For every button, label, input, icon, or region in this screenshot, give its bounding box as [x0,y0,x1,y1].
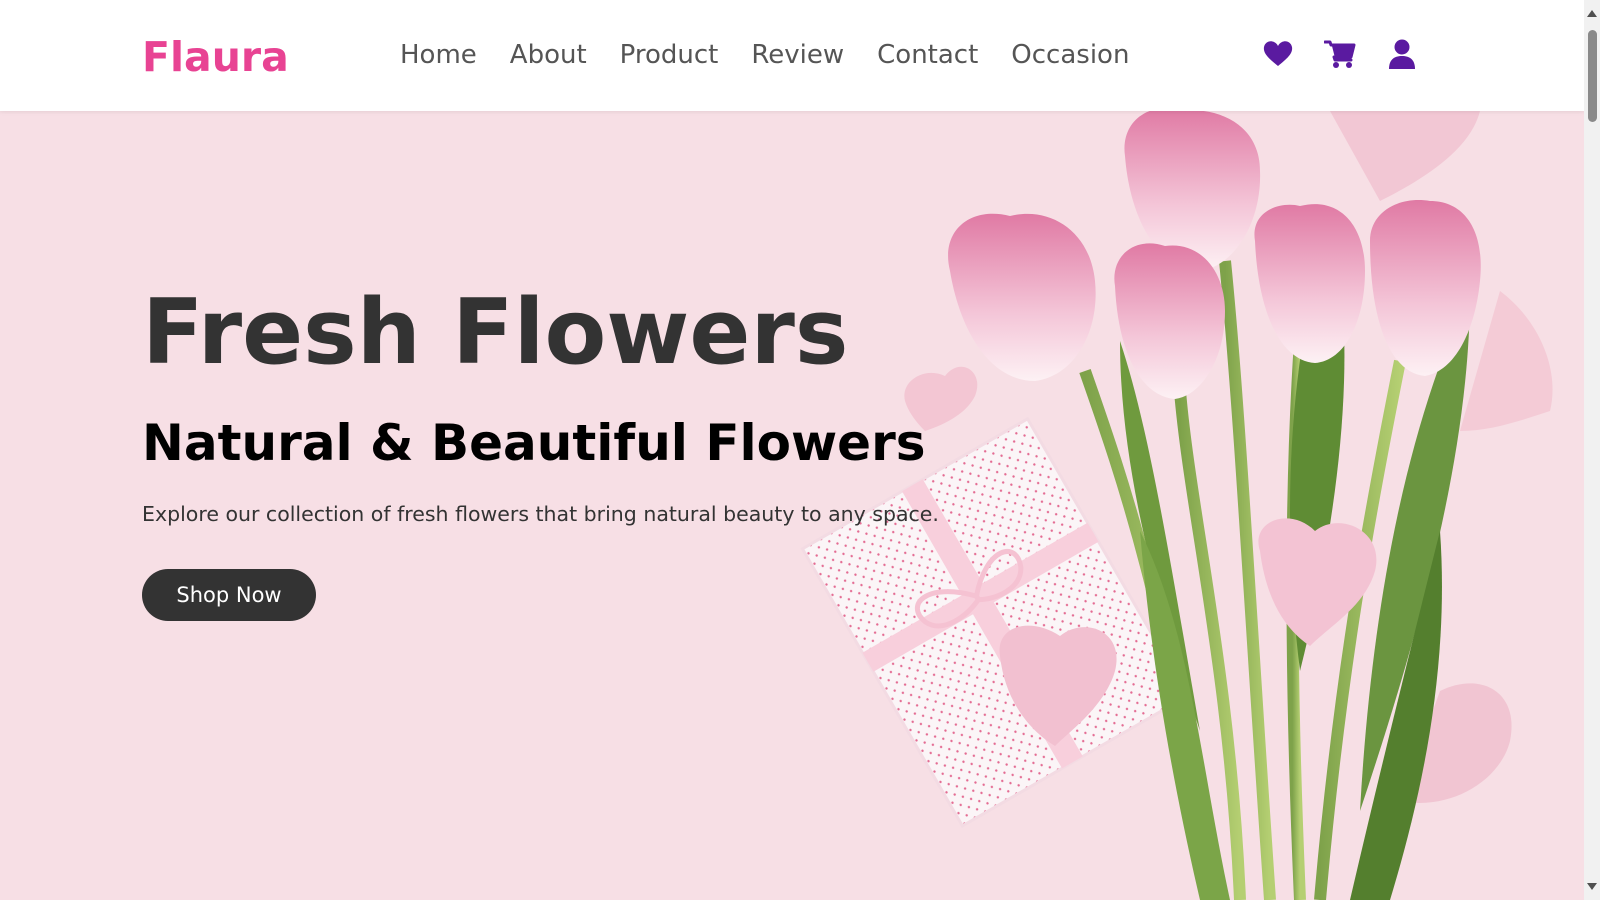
scroll-thumb[interactable] [1588,30,1597,122]
hero-title: Fresh Flowers [142,280,849,385]
logo[interactable]: Flaura [142,32,289,82]
cart-icon[interactable] [1324,38,1356,70]
header-icons [1262,38,1418,70]
hero-description: Explore our collection of fresh flowers … [142,502,939,526]
page-scrollbar[interactable] [1584,0,1600,900]
nav-home[interactable]: Home [400,38,477,72]
nav-occasion[interactable]: Occasion [1011,38,1129,72]
nav-product[interactable]: Product [620,38,719,72]
shop-now-button[interactable]: Shop Now [142,569,316,621]
user-icon[interactable] [1386,38,1418,70]
nav-about[interactable]: About [510,38,587,72]
main-nav: Home About Product Review Contact Occasi… [400,38,1162,72]
page: Flaura Home About Product Review Contact… [0,0,1584,900]
hero-section: Fresh Flowers Natural & Beautiful Flower… [0,111,1584,900]
scroll-up-icon[interactable] [1587,10,1597,17]
heart-icon[interactable] [1262,38,1294,70]
hero-subtitle: Natural & Beautiful Flowers [142,414,926,472]
nav-contact[interactable]: Contact [877,38,978,72]
site-header: Flaura Home About Product Review Contact… [0,0,1584,111]
scroll-down-icon[interactable] [1587,883,1597,890]
nav-review[interactable]: Review [751,38,844,72]
